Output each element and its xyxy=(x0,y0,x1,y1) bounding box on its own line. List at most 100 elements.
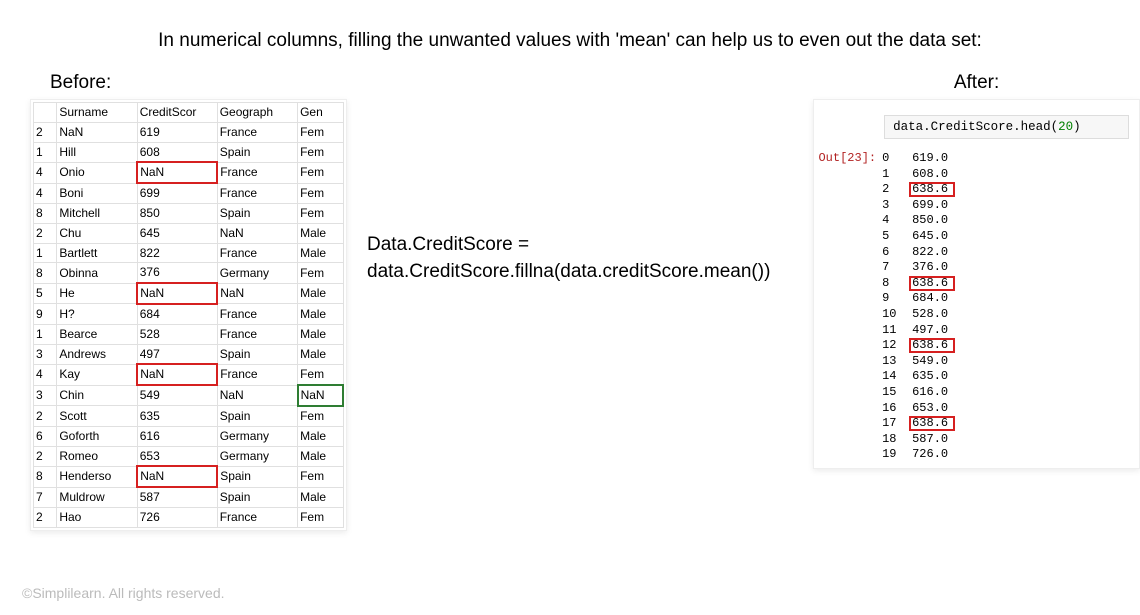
table-row: 2Chu645NaNMale xyxy=(34,223,344,243)
output-value: 528.0 xyxy=(912,307,962,323)
table-row: 1Bartlett822FranceMale xyxy=(34,243,344,263)
table-cell: France xyxy=(217,122,297,142)
output-index: 13 xyxy=(882,354,912,370)
table-cell: 653 xyxy=(137,446,217,466)
table-cell: 4 xyxy=(34,162,57,183)
output-value: 699.0 xyxy=(912,198,962,214)
output-value: 726.0 xyxy=(912,447,962,463)
output-value: 635.0 xyxy=(912,369,962,385)
output-row: 8638.6 xyxy=(882,276,962,292)
output-row: 14635.0 xyxy=(882,369,962,385)
output-value: 638.6 xyxy=(912,182,962,198)
output-value: 684.0 xyxy=(912,291,962,307)
table-cell: Male xyxy=(298,283,343,304)
table-cell: France xyxy=(217,183,297,203)
table-cell: Spain xyxy=(217,406,297,426)
table-cell: Fem xyxy=(298,162,343,183)
output-row: 9684.0 xyxy=(882,291,962,307)
output-row: 16653.0 xyxy=(882,401,962,417)
table-cell: Fem xyxy=(298,406,343,426)
table-cell: 1 xyxy=(34,142,57,162)
table-row: 7Muldrow587SpainMale xyxy=(34,487,344,507)
output-value: 608.0 xyxy=(912,167,962,183)
table-cell: Fem xyxy=(298,203,343,223)
table-cell: NaN xyxy=(217,223,297,243)
table-cell: 2 xyxy=(34,223,57,243)
table-cell: Male xyxy=(298,344,343,364)
after-section: After: data.CreditScore.head(20) Out[23]… xyxy=(813,72,1140,531)
table-row: 9H?684FranceMale xyxy=(34,304,344,324)
output-index: 19 xyxy=(882,447,912,463)
table-cell: Fem xyxy=(298,142,343,162)
col-header: Gen xyxy=(298,103,343,123)
table-cell: 608 xyxy=(137,142,217,162)
table-cell: Bearce xyxy=(57,324,137,344)
table-cell: Fem xyxy=(298,364,343,385)
table-cell: 8 xyxy=(34,466,57,487)
footer-copyright: ©Simplilearn. All rights reserved. xyxy=(22,585,225,601)
after-label: After: xyxy=(813,72,1140,94)
highlight-box xyxy=(909,416,955,431)
table-cell: France xyxy=(217,507,297,527)
table-cell: France xyxy=(217,304,297,324)
table-cell: Spain xyxy=(217,203,297,223)
table-cell: Goforth xyxy=(57,426,137,446)
table-cell: 587 xyxy=(137,487,217,507)
output-row: 3699.0 xyxy=(882,198,962,214)
table-cell: Fem xyxy=(298,183,343,203)
content: Before: SurnameCreditScorGeographGen2NaN… xyxy=(0,72,1140,531)
table-cell: 1 xyxy=(34,324,57,344)
table-cell: 8 xyxy=(34,203,57,223)
table-row: 6Goforth616GermanyMale xyxy=(34,426,344,446)
table-row: 2Hao726FranceFem xyxy=(34,507,344,527)
output-index: 6 xyxy=(882,245,912,261)
output-index: 5 xyxy=(882,229,912,245)
col-header xyxy=(34,103,57,123)
output-row: 11497.0 xyxy=(882,323,962,339)
output-value: 645.0 xyxy=(912,229,962,245)
output-row: 18587.0 xyxy=(882,432,962,448)
output-value: 638.6 xyxy=(912,416,962,432)
col-header: Geograph xyxy=(217,103,297,123)
output-row: 1608.0 xyxy=(882,167,962,183)
highlight-box xyxy=(909,182,955,197)
output-index: 11 xyxy=(882,323,912,339)
table-cell: Male xyxy=(298,426,343,446)
table-cell: Scott xyxy=(57,406,137,426)
output-index: 15 xyxy=(882,385,912,401)
highlight-box xyxy=(909,276,955,291)
table-cell: NaN xyxy=(137,283,217,304)
table-cell: 850 xyxy=(137,203,217,223)
output-value: 619.0 xyxy=(912,151,962,167)
output-value: 638.6 xyxy=(912,338,962,354)
table-row: 2Scott635SpainFem xyxy=(34,406,344,426)
table-row: 4KayNaNFranceFem xyxy=(34,364,344,385)
table-cell: 2 xyxy=(34,122,57,142)
table-cell: France xyxy=(217,162,297,183)
table-cell: 7 xyxy=(34,487,57,507)
table-cell: He xyxy=(57,283,137,304)
jupyter-out-label: Out[23]: xyxy=(814,151,882,463)
table-cell: Fem xyxy=(298,507,343,527)
table-cell: Obinna xyxy=(57,263,137,283)
table-row: 3Chin549NaNNaN xyxy=(34,385,344,406)
table-cell: NaN xyxy=(137,364,217,385)
output-index: 0 xyxy=(882,151,912,167)
table-row: 1Bearce528FranceMale xyxy=(34,324,344,344)
table-cell: 9 xyxy=(34,304,57,324)
table-cell: Chin xyxy=(57,385,137,406)
table-cell: 4 xyxy=(34,183,57,203)
table-cell: 2 xyxy=(34,406,57,426)
table-cell: Spain xyxy=(217,487,297,507)
table-row: 4OnioNaNFranceFem xyxy=(34,162,344,183)
table-cell: Male xyxy=(298,243,343,263)
output-index: 14 xyxy=(882,369,912,385)
output-index: 9 xyxy=(882,291,912,307)
output-index: 16 xyxy=(882,401,912,417)
table-cell: H? xyxy=(57,304,137,324)
table-cell: Male xyxy=(298,324,343,344)
table-cell: Andrews xyxy=(57,344,137,364)
table-cell: NaN xyxy=(137,466,217,487)
output-value: 850.0 xyxy=(912,213,962,229)
table-row: 8Mitchell850SpainFem xyxy=(34,203,344,223)
